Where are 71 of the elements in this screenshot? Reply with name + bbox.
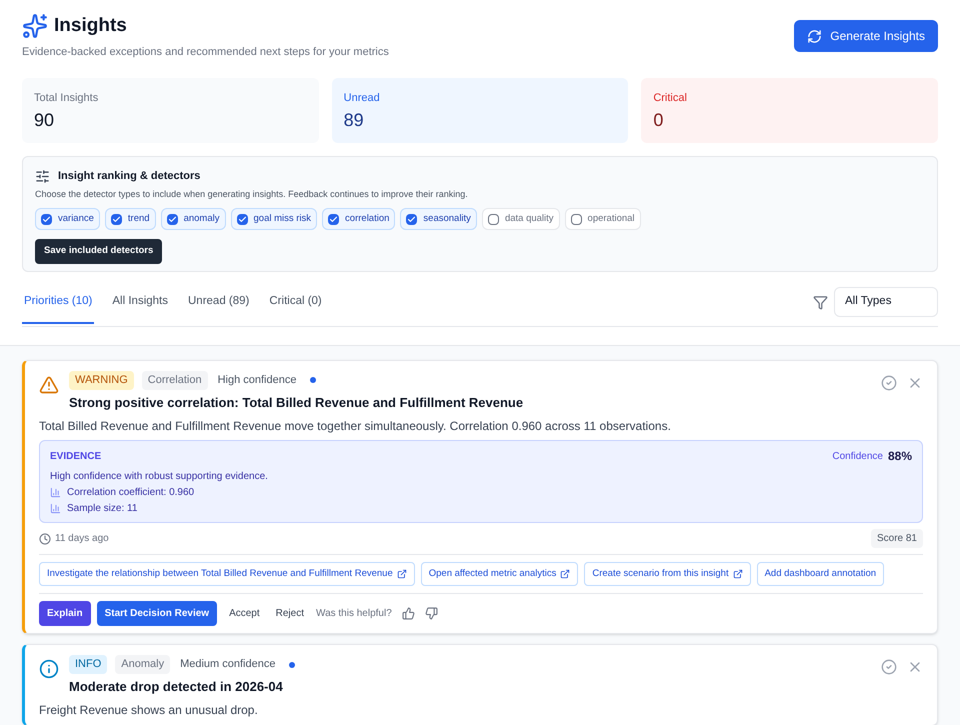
checkbox[interactable] <box>570 214 582 225</box>
confidence-value: 88% <box>888 448 912 465</box>
stat-label: Critical <box>653 91 688 106</box>
clock-icon <box>39 532 51 544</box>
thumbs-down-button[interactable] <box>424 607 438 620</box>
explain-button[interactable]: Explain <box>39 601 91 626</box>
save-detectors-button[interactable]: Save included detectors <box>35 239 162 264</box>
checkbox[interactable] <box>166 214 178 225</box>
refresh-icon <box>807 28 822 44</box>
evidence-fact: Correlation coefficient: 0.960 <box>67 486 194 500</box>
action-link[interactable]: Open affected metric analytics <box>420 562 578 586</box>
checkbox[interactable] <box>41 214 52 225</box>
checkbox[interactable] <box>236 214 248 225</box>
evidence-fact: Sample size: 11 <box>67 502 138 516</box>
tab[interactable]: Unread (89) <box>186 289 252 324</box>
chart-icon <box>50 503 61 514</box>
reject-button[interactable]: Reject <box>272 601 308 626</box>
sliders-icon <box>35 168 50 184</box>
insight-description: Freight Revenue shows an unusual drop. <box>39 702 259 718</box>
chart-icon <box>50 487 61 498</box>
sparkle-icon <box>22 13 48 40</box>
stat-value: 90 <box>34 108 56 132</box>
tab[interactable]: Critical (0) <box>267 289 324 324</box>
confidence-label: Medium confidence <box>180 657 276 672</box>
insight-description: Total Billed Revenue and Fulfillment Revenue move together simultaneously. Correlation 0.960 across 11 observations. <box>39 418 672 434</box>
decision-review-button[interactable]: Start Decision Review <box>96 601 218 626</box>
category-badge: Correlation <box>142 371 208 390</box>
page-subtitle: Evidence-backed exceptions and recommended next steps for your metrics <box>22 44 389 60</box>
mark-read-button[interactable] <box>881 375 897 391</box>
confidence-label: High confidence <box>218 373 296 388</box>
action-link[interactable]: Add dashboard annotation <box>756 562 884 586</box>
time-label: 11 days ago <box>55 532 109 546</box>
severity-badge: INFO <box>69 655 108 674</box>
evidence-summary: High confidence with robust supporting evidence. <box>50 470 269 484</box>
helpful-prompt: Was this helpful? <box>316 607 392 622</box>
accept-button[interactable]: Accept <box>223 601 266 626</box>
detector-chip[interactable]: trend <box>104 208 156 230</box>
detectors-title: Insight ranking & detectors <box>58 169 200 184</box>
evidence-heading: EVIDENCE <box>50 450 102 464</box>
score-badge: Score 81 <box>870 529 923 548</box>
stat-value: 0 <box>653 108 664 132</box>
detector-chip[interactable]: operational <box>564 208 641 230</box>
insight-title: Moderate drop detected in 2026-04 <box>69 678 284 696</box>
category-badge: Anomaly <box>115 655 170 674</box>
detector-chip[interactable]: anomaly <box>160 208 226 230</box>
page-title: Insights <box>54 14 127 38</box>
confidence-caption: Confidence <box>832 450 883 464</box>
detector-chip[interactable]: variance <box>35 208 100 230</box>
checkbox[interactable] <box>406 214 418 225</box>
generate-insights-button[interactable]: Generate Insights <box>794 20 938 52</box>
severity-badge: WARNING <box>69 371 134 390</box>
filter-icon <box>813 294 828 310</box>
checkbox[interactable] <box>328 214 340 225</box>
action-link[interactable]: Create scenario from this insight <box>584 562 751 586</box>
detectors-description: Choose the detector types to include when generating insights. Feedback continues to improve their ranking. <box>35 188 469 201</box>
detector-chip[interactable]: data quality <box>482 208 560 230</box>
detector-chip[interactable]: goal miss risk <box>230 208 318 230</box>
action-link[interactable]: Investigate the relationship between Total Billed Revenue and Fulfillment Revenue <box>39 562 415 586</box>
insight-title: Strong positive correlation: Total Billed Revenue and Fulfillment Revenue <box>69 394 524 412</box>
detector-chip[interactable]: seasonality <box>400 208 477 230</box>
stat-value: 89 <box>344 108 365 132</box>
checkbox[interactable] <box>488 214 499 225</box>
mark-read-button[interactable] <box>881 659 897 676</box>
stat-label: Unread <box>344 91 381 106</box>
stat-label: Total Insights <box>34 91 100 106</box>
type-select[interactable]: All Types <box>834 287 938 317</box>
thumbs-up-button[interactable] <box>402 607 415 620</box>
checkbox[interactable] <box>110 214 122 225</box>
tab[interactable]: Priorities (10) <box>22 289 94 324</box>
detector-chip[interactable]: correlation <box>322 208 396 230</box>
tab[interactable]: All Insights <box>110 289 170 324</box>
